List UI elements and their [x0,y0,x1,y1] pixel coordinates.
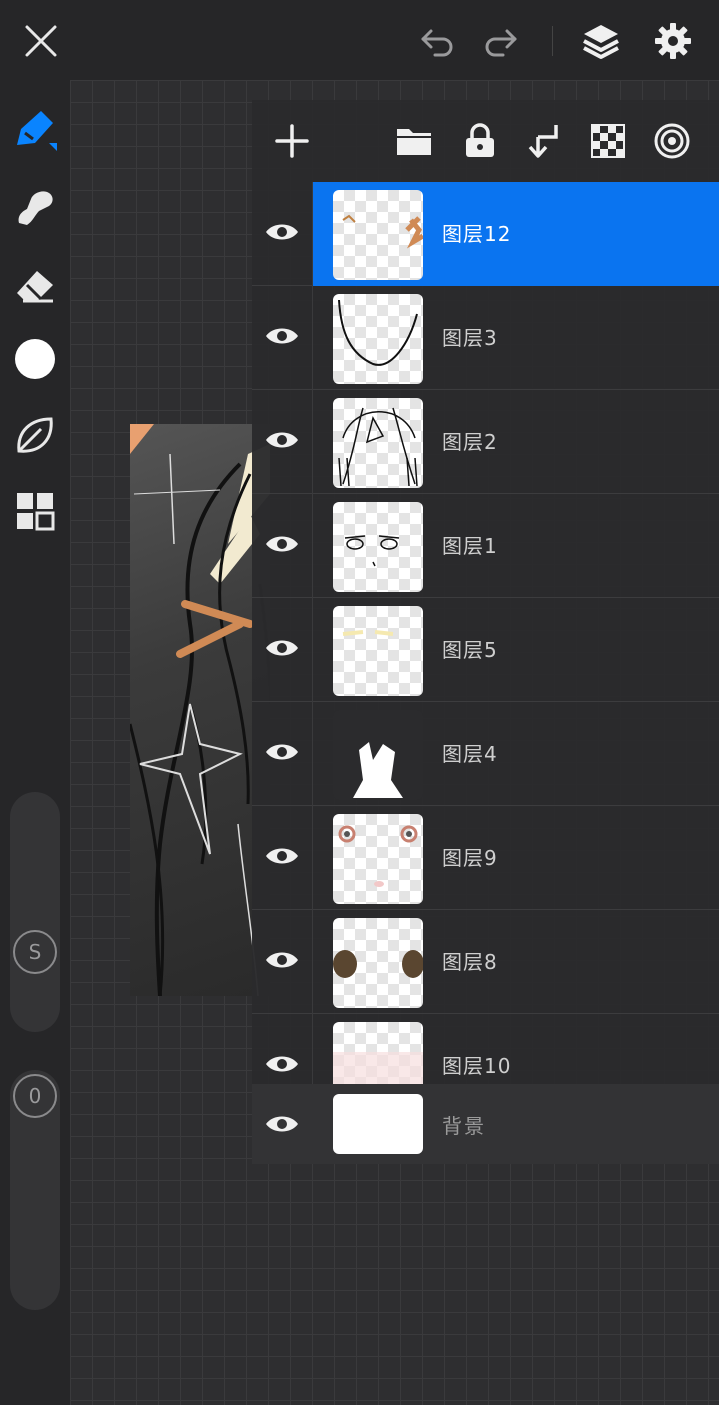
toolbar-separator [552,26,553,56]
layer-thumbnail [333,606,423,696]
layer-thumbnail [333,1022,423,1084]
layer-row[interactable]: 图层4 [252,702,719,806]
layer-thumbnail [333,814,423,904]
layer-name: 图层4 [442,742,498,766]
layer-row[interactable]: 图层9 [252,806,719,910]
visibility-eye-icon[interactable] [262,1044,302,1084]
grid-menu-icon[interactable] [10,486,60,536]
layer-thumbnail [333,398,423,488]
visibility-eye-icon[interactable] [262,836,302,876]
visibility-eye-icon[interactable] [262,628,302,668]
layer-name: 图层10 [442,1054,512,1078]
layer-row[interactable]: 图层8 [252,910,719,1014]
visibility-eye-icon[interactable] [262,420,302,460]
alpha-lock-icon[interactable] [585,118,631,164]
brush-icon[interactable] [10,104,60,154]
background-layer-row[interactable]: 背景 [252,1084,719,1164]
add-layer-icon[interactable] [269,118,315,164]
layer-row[interactable]: 图层1 [252,494,719,598]
top-bar [0,0,719,80]
layer-row[interactable]: 图层5 [252,598,719,702]
size-slider-label: S [28,940,42,964]
layer-name: 图层1 [442,534,498,558]
eraser-icon[interactable] [10,260,60,310]
opacity-slider-label: 0 [28,1084,42,1108]
lock-icon[interactable] [457,118,503,164]
opacity-slider[interactable]: 0 [10,1070,60,1310]
layer-thumbnail [333,502,423,592]
layer-name: 图层8 [442,950,498,974]
close-icon[interactable] [18,18,64,64]
background-thumbnail [333,1094,423,1154]
smudge-icon[interactable] [10,182,60,232]
folder-icon[interactable] [391,118,437,164]
layer-thumbnail [333,190,423,280]
layer-row[interactable]: 图层12 [252,182,719,286]
layers-panel-header [252,100,719,182]
layers-panel: 图层12 图层3 图层2 图层1 图层5 图层4 图层9 图层8 图层10 背景 [252,100,719,1164]
visibility-eye-icon[interactable] [262,940,302,980]
visibility-eye-icon[interactable] [262,524,302,564]
layer-name: 图层5 [442,638,498,662]
layer-row[interactable]: 图层2 [252,390,719,494]
left-toolbar: S 0 [0,80,70,1405]
visibility-eye-icon[interactable] [262,212,302,252]
layer-thumbnail [333,294,423,384]
background-layer-name: 背景 [442,1114,486,1138]
layer-name: 图层2 [442,430,498,454]
brush-size-knob[interactable]: S [13,930,57,974]
redo-icon[interactable] [478,18,524,64]
visibility-eye-icon[interactable] [262,316,302,356]
layer-name: 图层12 [442,222,512,246]
settings-icon[interactable] [650,18,696,64]
color-swatch[interactable] [10,334,60,384]
brush-size-slider[interactable]: S [10,792,60,1032]
layers-icon[interactable] [578,18,624,64]
leaf-icon[interactable] [10,410,60,460]
artwork-preview [130,424,270,996]
merge-down-icon[interactable] [521,118,567,164]
reference-icon[interactable] [649,118,695,164]
layer-name: 图层9 [442,846,498,870]
visibility-eye-icon[interactable] [262,1104,302,1144]
visibility-eye-icon[interactable] [262,732,302,772]
layer-thumbnail [333,710,423,800]
layers-list: 图层12 图层3 图层2 图层1 图层5 图层4 图层9 图层8 图层10 [252,182,719,1084]
layer-row[interactable]: 图层10 [252,1014,719,1084]
layer-name: 图层3 [442,326,498,350]
layer-row[interactable]: 图层3 [252,286,719,390]
opacity-knob[interactable]: 0 [13,1074,57,1118]
undo-icon[interactable] [414,18,460,64]
layer-thumbnail [333,918,423,1008]
